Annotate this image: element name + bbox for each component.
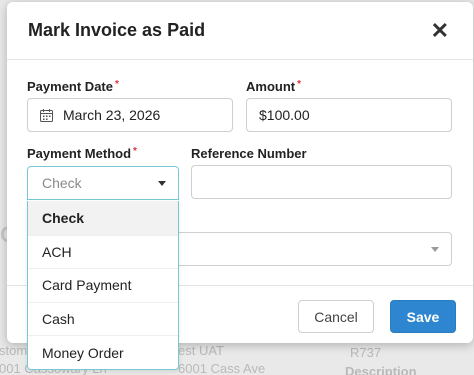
dropdown-option-check[interactable]: Check	[28, 201, 178, 235]
payment-date-value: March 23, 2026	[63, 107, 161, 123]
payment-method-label: Payment Method *	[27, 146, 137, 161]
modal-header: Mark Invoice as Paid ✕	[7, 2, 473, 60]
required-marker: *	[297, 79, 302, 90]
required-marker: *	[133, 146, 137, 157]
required-marker: *	[114, 79, 119, 90]
background-text: est UAT	[178, 343, 224, 358]
background-text: Description	[345, 364, 417, 375]
dropdown-option-card-payment[interactable]: Card Payment	[28, 268, 178, 302]
background-text: R737	[350, 345, 382, 360]
dropdown-option-money-order[interactable]: Money Order	[28, 335, 178, 369]
payment-method-select[interactable]: Check	[27, 166, 179, 200]
amount-label-text: Amount	[246, 79, 296, 94]
cancel-button[interactable]: Cancel	[298, 300, 374, 333]
mark-invoice-paid-modal: Mark Invoice as Paid ✕ Payment Date * Mar…	[7, 2, 473, 370]
payment-date-label-text: Payment Date	[27, 79, 113, 94]
chevron-down-icon	[158, 180, 166, 186]
close-icon[interactable]: ✕	[431, 19, 449, 42]
dropdown-option-cash[interactable]: Cash	[28, 301, 178, 336]
amount-label: Amount *	[246, 79, 301, 94]
payment-date-input[interactable]: March 23, 2026	[27, 98, 233, 132]
chevron-down-icon	[431, 246, 439, 252]
modal-title: Mark Invoice as Paid	[28, 20, 206, 40]
amount-value: $100.00	[259, 107, 310, 123]
reference-number-label: Reference Number	[191, 146, 307, 161]
save-button[interactable]: Save	[390, 300, 456, 333]
reference-number-input[interactable]	[191, 165, 452, 199]
amount-input[interactable]: $100.00	[246, 98, 452, 132]
payment-method-dropdown: Check ACH Card Payment Cash Money Order	[27, 201, 179, 370]
payment-method-label-text: Payment Method	[27, 146, 132, 161]
payment-date-label: Payment Date *	[27, 79, 119, 94]
payment-method-placeholder: Check	[42, 175, 82, 191]
dropdown-option-ach[interactable]: ACH	[28, 234, 178, 269]
calendar-icon	[40, 108, 53, 122]
background-text: 6001 Cass Ave	[178, 361, 266, 375]
